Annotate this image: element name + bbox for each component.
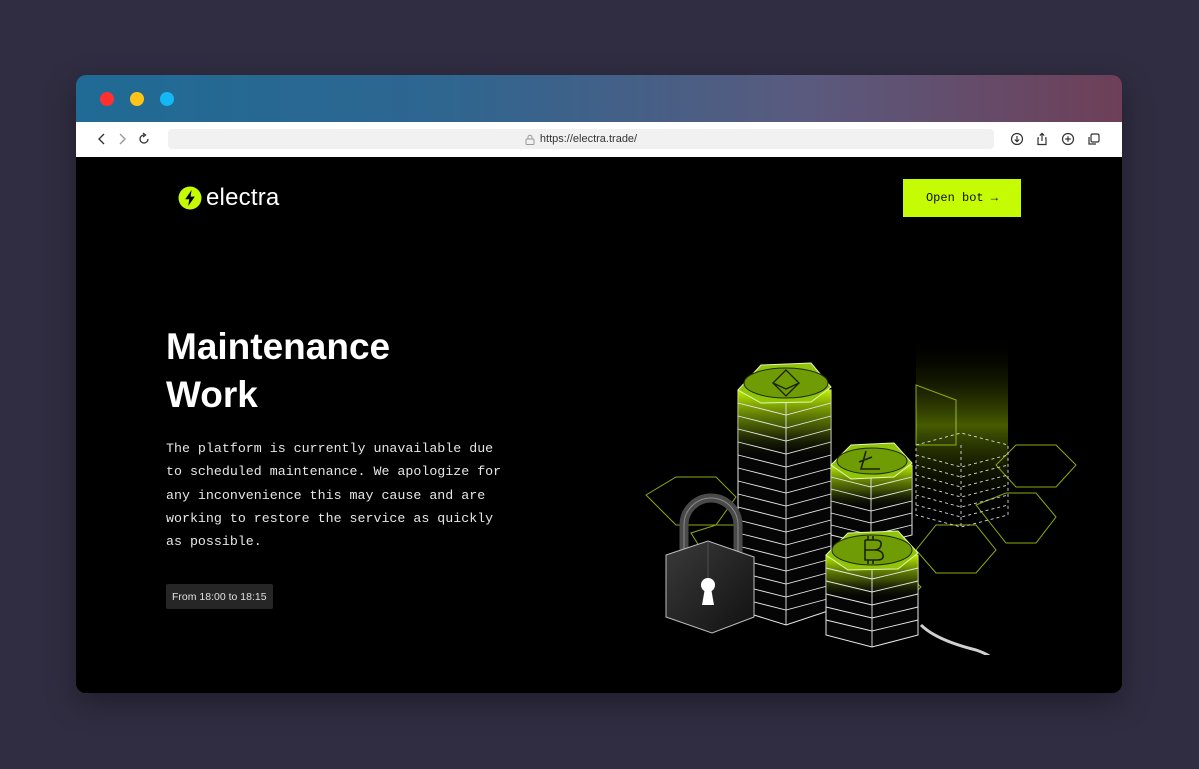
reload-icon[interactable] <box>136 131 152 147</box>
tabs-icon[interactable] <box>1086 131 1102 147</box>
maximize-window-button[interactable] <box>160 92 174 106</box>
new-tab-icon[interactable] <box>1060 131 1076 147</box>
maintenance-page: electra Open bot → Maintenance Work The … <box>76 157 1122 693</box>
address-bar-url: https://electra.trade/ <box>539 133 638 145</box>
padlock-icon <box>665 493 755 634</box>
lightning-bolt-icon <box>178 186 202 210</box>
download-icon[interactable] <box>1009 131 1025 147</box>
electra-logo[interactable]: electra <box>178 184 279 212</box>
browser-window: https://electra.trade/ electra Open bot <box>76 75 1122 693</box>
crypto-maintenance-illustration <box>645 335 1077 655</box>
window-titlebar <box>76 75 1122 122</box>
power-cable <box>919 623 991 655</box>
back-icon[interactable] <box>94 131 110 147</box>
lock-icon <box>525 134 535 145</box>
open-bot-button[interactable]: Open bot → <box>903 179 1021 217</box>
close-window-button[interactable] <box>100 92 114 106</box>
page-title-line-1: Maintenance <box>166 326 391 367</box>
share-icon[interactable] <box>1034 131 1050 147</box>
browser-toolbar: https://electra.trade/ <box>76 122 1122 158</box>
address-bar[interactable]: https://electra.trade/ <box>168 129 994 149</box>
bitcoin-coin-stack <box>825 530 919 648</box>
minimize-window-button[interactable] <box>130 92 144 106</box>
ghost-coin-stack <box>915 335 1009 528</box>
maintenance-description: The platform is currently unavailable du… <box>166 441 502 550</box>
page-title-line-2: Work <box>166 374 258 415</box>
maintenance-time-badge: From 18:00 to 18:15 <box>166 584 273 609</box>
litecoin-coin-stack <box>830 442 913 546</box>
page-title: Maintenance Work <box>166 323 466 419</box>
forward-icon[interactable] <box>114 131 130 147</box>
logo-text: electra <box>206 184 280 211</box>
